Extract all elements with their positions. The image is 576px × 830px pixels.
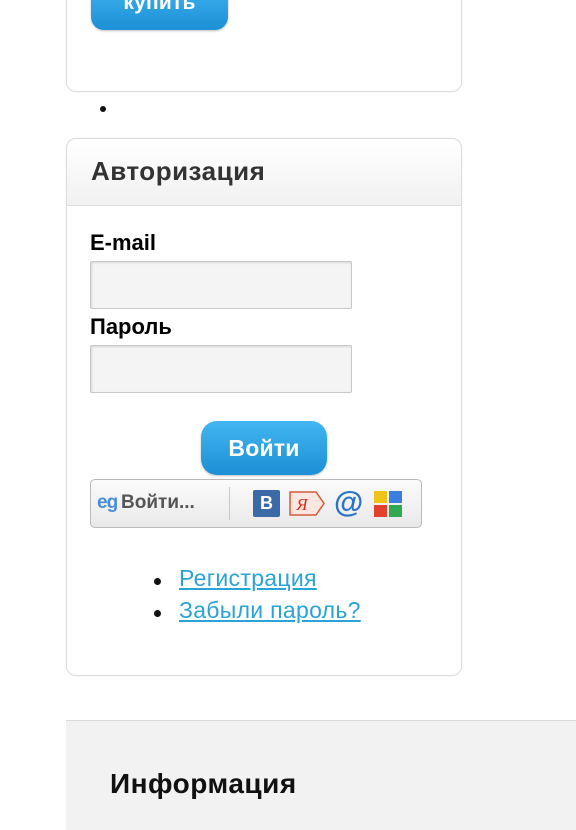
bullet-icon	[154, 610, 161, 617]
password-label: Пароль	[90, 314, 172, 339]
info-title: Информация	[110, 768, 297, 799]
auth-links: Регистрация Забыли пароль?	[151, 565, 361, 629]
list-bullet	[100, 106, 106, 112]
svg-text:Я: Я	[295, 495, 308, 514]
social-login-label: Войти...	[121, 492, 195, 513]
buy-panel: купить	[66, 0, 462, 92]
list-item: Регистрация	[151, 565, 361, 597]
social-divider	[229, 487, 230, 520]
register-link[interactable]: Регистрация	[179, 565, 317, 591]
google-icon[interactable]	[372, 489, 404, 519]
vkontakte-icon[interactable]: B	[253, 490, 280, 517]
mailru-icon[interactable]: @	[334, 486, 363, 533]
info-section: Информация	[66, 720, 576, 830]
auth-panel: Авторизация E-mail Пароль Войти eg Войти…	[66, 138, 462, 676]
auth-panel-header: Авторизация	[67, 139, 461, 206]
email-field[interactable]	[90, 261, 352, 309]
yandex-icon[interactable]: Я	[288, 489, 326, 518]
login-button[interactable]: Войти	[201, 421, 327, 475]
buy-button[interactable]: купить	[91, 0, 228, 30]
auth-title: Авторизация	[91, 156, 266, 186]
forgot-password-link[interactable]: Забыли пароль?	[179, 597, 361, 623]
loginza-icon: eg	[97, 492, 118, 513]
list-item: Забыли пароль?	[151, 597, 361, 629]
bullet-icon	[154, 578, 161, 585]
email-label: E-mail	[90, 230, 157, 255]
social-login-bar[interactable]: eg Войти... B Я @	[90, 479, 422, 528]
password-field[interactable]	[90, 345, 352, 393]
